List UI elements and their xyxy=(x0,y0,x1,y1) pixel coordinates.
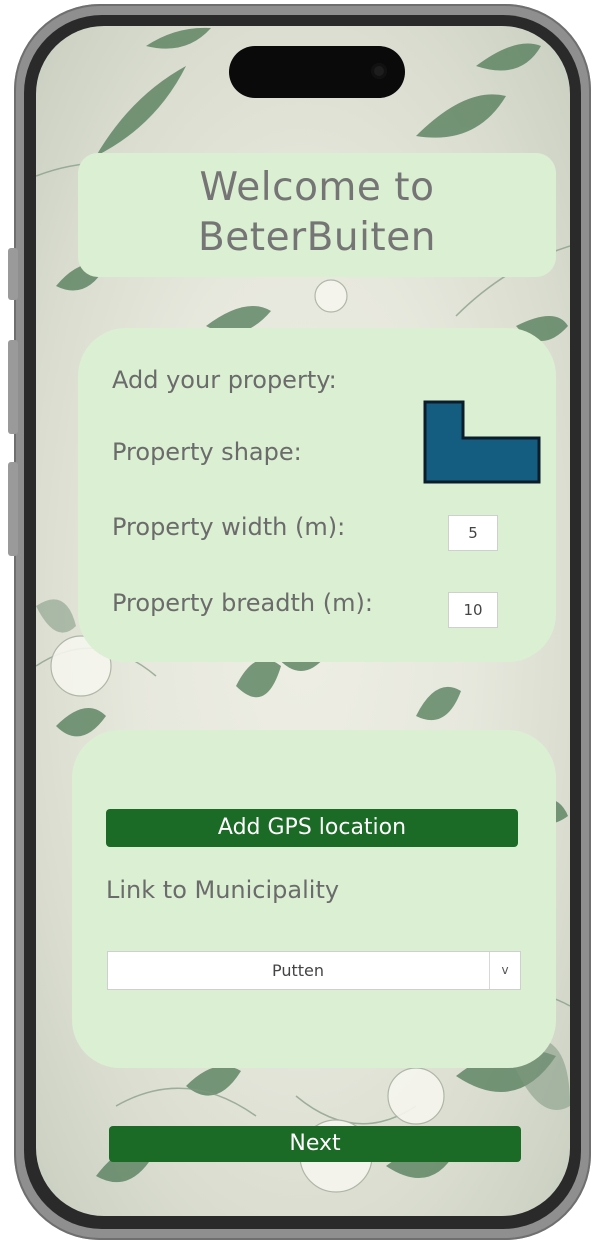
phone-side-button xyxy=(8,248,18,300)
camera-icon xyxy=(371,63,387,79)
add-gps-location-button[interactable]: Add GPS location xyxy=(106,809,518,847)
welcome-card: Welcome to BeterBuiten xyxy=(78,153,556,277)
l-shape-icon[interactable] xyxy=(423,400,541,484)
property-card: Add your property: Property shape: Prope… xyxy=(78,328,556,662)
phone-volume-up-button xyxy=(8,340,18,434)
property-breadth-input[interactable]: 10 xyxy=(448,592,498,628)
welcome-title-line1: Welcome to xyxy=(199,165,435,210)
app-screen: Welcome to BeterBuiten Add your property… xyxy=(36,26,570,1216)
property-breadth-label: Property breadth (m): xyxy=(112,589,373,617)
property-shape-label: Property shape: xyxy=(112,438,302,466)
property-width-label: Property width (m): xyxy=(112,513,346,541)
app-name-title: BeterBuiten xyxy=(198,215,436,260)
add-property-heading: Add your property: xyxy=(112,366,337,394)
phone-volume-down-button xyxy=(8,462,18,556)
link-municipality-label: Link to Municipality xyxy=(106,876,340,904)
chevron-down-icon[interactable]: v xyxy=(489,952,520,989)
next-button[interactable]: Next xyxy=(109,1126,521,1162)
location-card: Add GPS location Link to Municipality Pu… xyxy=(72,730,556,1068)
municipality-select[interactable]: Putten v xyxy=(107,951,521,990)
dynamic-island xyxy=(229,46,405,98)
property-width-input[interactable]: 5 xyxy=(448,515,498,551)
municipality-selected-value: Putten xyxy=(271,961,325,980)
